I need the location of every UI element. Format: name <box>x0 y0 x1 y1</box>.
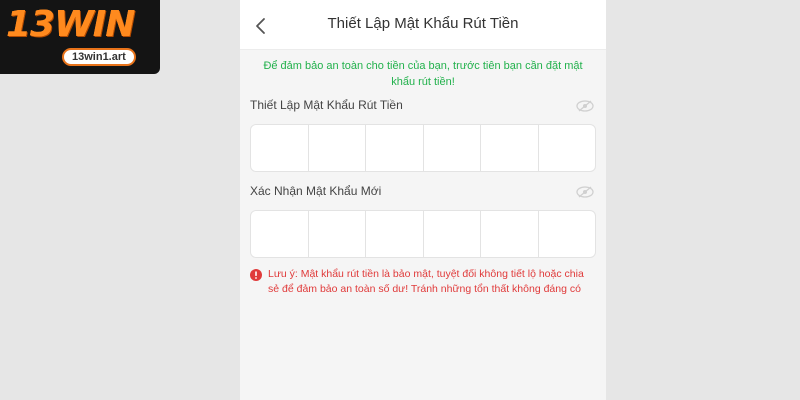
confirm-password-input[interactable] <box>250 210 596 258</box>
brand-logo: 13WIN 13win1.art <box>0 0 160 74</box>
header-bar: Thiết Lập Mật Khẩu Rút Tiền <box>240 0 606 50</box>
pin-digit-cell[interactable] <box>309 125 366 171</box>
alert-circle-icon <box>250 269 262 281</box>
pin-digit-cell[interactable] <box>251 125 309 171</box>
page-title: Thiết Lập Mật Khẩu Rút Tiền <box>327 15 519 32</box>
eye-hidden-icon[interactable] <box>576 100 594 112</box>
set-password-input[interactable] <box>250 124 596 172</box>
eye-hidden-icon[interactable] <box>576 186 594 198</box>
warning-message: Lưu ý: Mật khẩu rút tiền là bảo mật, tuy… <box>250 267 596 297</box>
security-notice: Để đảm bảo an toàn cho tiền của bạn, trư… <box>263 60 583 88</box>
logo-site-url: 13win1.art <box>62 48 136 66</box>
pin-digit-cell[interactable] <box>366 211 424 257</box>
pin-digit-cell[interactable] <box>481 211 539 257</box>
pin-digit-cell[interactable] <box>539 211 596 257</box>
withdraw-password-screen: Thiết Lập Mật Khẩu Rút Tiền Để đảm bảo a… <box>240 0 606 400</box>
pin-digit-cell[interactable] <box>251 211 309 257</box>
pin-digit-cell[interactable] <box>481 125 539 171</box>
pin-digit-cell[interactable] <box>309 211 366 257</box>
pin-digit-cell[interactable] <box>539 125 596 171</box>
pin-digit-cell[interactable] <box>366 125 424 171</box>
set-password-label: Thiết Lập Mật Khẩu Rút Tiền <box>250 98 403 112</box>
warning-text: Lưu ý: Mật khẩu rút tiền là bảo mật, tuy… <box>268 268 584 295</box>
pin-digit-cell[interactable] <box>424 211 481 257</box>
pin-digit-cell[interactable] <box>424 125 481 171</box>
logo-wordmark: 13WIN <box>6 4 135 45</box>
confirm-password-label: Xác Nhận Mật Khẩu Mới <box>250 184 382 198</box>
